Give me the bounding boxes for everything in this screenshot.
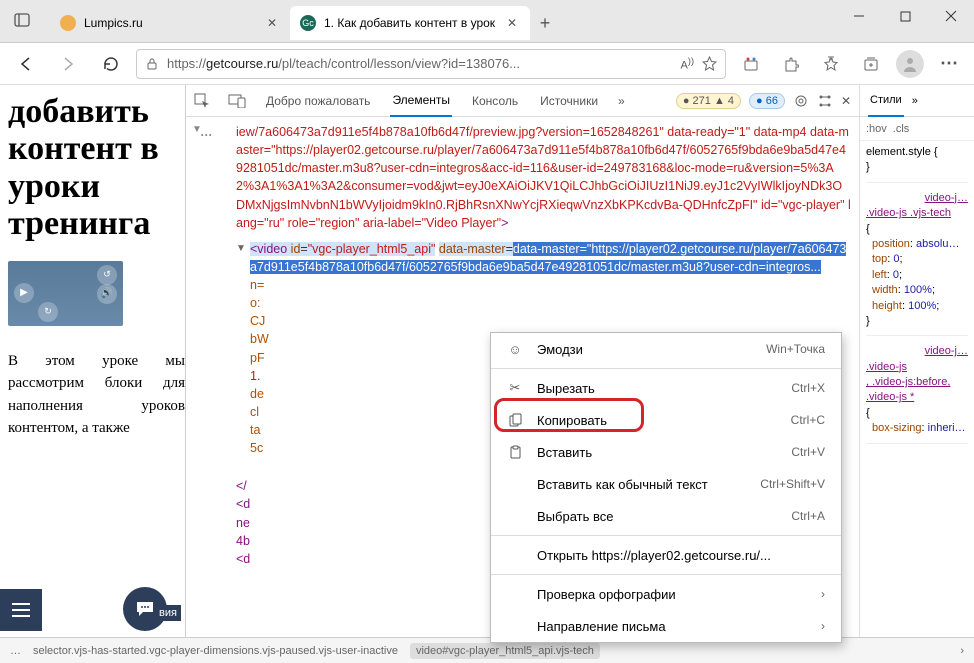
ctx-spellcheck[interactable]: Проверка орфографии› bbox=[491, 578, 841, 610]
ctx-direction[interactable]: Направление письма› bbox=[491, 610, 841, 642]
extensions-icon[interactable] bbox=[776, 49, 806, 79]
collections-icon[interactable] bbox=[856, 49, 886, 79]
css-selector: .video-js .vjs-tech bbox=[866, 206, 968, 221]
ctx-emoji[interactable]: ☺ЭмодзиWin+Точка bbox=[491, 333, 841, 365]
page-title: добавить контент в уроки тренинга bbox=[8, 93, 185, 243]
volume-icon[interactable]: 🔊 bbox=[97, 284, 117, 304]
lock-icon bbox=[145, 57, 159, 71]
styles-body[interactable]: element.style { } video-j… .video-js .vj… bbox=[860, 141, 974, 637]
dock-icon[interactable] bbox=[817, 93, 833, 109]
tab-elements[interactable]: Элементы bbox=[390, 85, 452, 117]
close-icon[interactable]: ✕ bbox=[264, 16, 280, 30]
more-tabs-icon[interactable]: » bbox=[618, 94, 625, 108]
minimize-button[interactable] bbox=[836, 0, 882, 32]
settings-icon[interactable] bbox=[793, 93, 809, 109]
back-button[interactable] bbox=[10, 48, 42, 80]
emoji-icon: ☺ bbox=[507, 342, 523, 357]
address-bar: https://getcourse.ru/pl/teach/control/le… bbox=[0, 43, 974, 85]
close-window-button[interactable] bbox=[928, 0, 974, 32]
ctx-copy[interactable]: КопироватьCtrl+C bbox=[491, 404, 841, 436]
context-menu: ☺ЭмодзиWin+Точка ✂ВырезатьCtrl+X Копиров… bbox=[490, 332, 842, 643]
info-badge[interactable]: ● 66 bbox=[749, 93, 785, 109]
tab-title: Lumpics.ru bbox=[84, 16, 256, 30]
styles-panel: Стили » :hov .cls element.style { } vide… bbox=[859, 85, 974, 637]
ctx-paste[interactable]: ВставитьCtrl+V bbox=[491, 436, 841, 468]
tab-actions-icon[interactable] bbox=[12, 10, 32, 30]
tab-console[interactable]: Консоль bbox=[470, 85, 520, 117]
url-input[interactable]: https://getcourse.ru/pl/teach/control/le… bbox=[136, 49, 726, 79]
rewind-icon[interactable]: ↺ bbox=[97, 265, 117, 285]
tab-welcome[interactable]: Добро пожаловать bbox=[264, 85, 372, 117]
expand-caret-icon[interactable]: ▼ bbox=[236, 242, 246, 257]
close-devtools-icon[interactable]: ✕ bbox=[841, 94, 851, 108]
ctx-select-all[interactable]: Выбрать всеCtrl+A bbox=[491, 500, 841, 532]
ctx-cut[interactable]: ✂ВырезатьCtrl+X bbox=[491, 372, 841, 404]
ctx-open-url[interactable]: Открыть https://player02.getcourse.ru/..… bbox=[491, 539, 841, 571]
device-icon[interactable] bbox=[228, 94, 246, 108]
favicon-icon: Gc bbox=[300, 15, 316, 31]
close-icon[interactable]: ✕ bbox=[504, 16, 520, 30]
css-selector: .video-js, .video-js:before, .video-js * bbox=[866, 360, 968, 406]
new-tab-button[interactable]: + bbox=[530, 8, 560, 38]
cls-toggle[interactable]: .cls bbox=[893, 123, 910, 135]
refresh-button[interactable] bbox=[94, 48, 126, 80]
favorites-icon[interactable] bbox=[816, 49, 846, 79]
favorite-icon[interactable] bbox=[702, 56, 717, 71]
cut-icon: ✂ bbox=[507, 380, 523, 396]
css-source-link[interactable]: video-j… bbox=[925, 192, 968, 204]
maximize-button[interactable] bbox=[882, 0, 928, 32]
more-styles-tabs-icon[interactable]: » bbox=[912, 95, 918, 107]
styles-tabs: Стили » bbox=[860, 85, 974, 117]
favicon-icon bbox=[60, 15, 76, 31]
ellipsis-icon: … bbox=[200, 123, 215, 141]
breadcrumb-item[interactable]: selector.vjs-has-started.vgc-player-dime… bbox=[27, 643, 404, 659]
tab-title: 1. Как добавить контент в урок bbox=[324, 16, 496, 30]
page-body-text: В этом уроке мы рассмотрим блоки для нап… bbox=[8, 350, 185, 440]
styles-filter: :hov .cls bbox=[860, 117, 974, 141]
inspect-icon[interactable] bbox=[194, 93, 210, 109]
title-bar: Lumpics.ru ✕ Gc 1. Как добавить контент … bbox=[0, 0, 974, 43]
browser-tab-1[interactable]: Lumpics.ru ✕ bbox=[50, 6, 290, 40]
video-thumbnail[interactable]: ▶ ↺ 🔊 ↻ bbox=[8, 261, 123, 326]
url-text: https://getcourse.ru/pl/teach/control/le… bbox=[167, 56, 673, 71]
hov-toggle[interactable]: :hov bbox=[866, 123, 887, 135]
chevron-right-icon: › bbox=[821, 587, 825, 601]
ctx-paste-plain[interactable]: Вставить как обычный текстCtrl+Shift+V bbox=[491, 468, 841, 500]
reader-icon[interactable]: A)) bbox=[681, 56, 694, 72]
breadcrumb-item[interactable]: video#vgc-player_html5_api.vjs-tech bbox=[410, 643, 600, 659]
fab-label: вия bbox=[155, 605, 181, 621]
tab-strip: Lumpics.ru ✕ Gc 1. Как добавить контент … bbox=[0, 0, 836, 40]
tab-styles[interactable]: Стили bbox=[868, 85, 904, 117]
profile-avatar[interactable] bbox=[896, 50, 924, 78]
extension-icon[interactable] bbox=[736, 49, 766, 79]
paste-icon bbox=[507, 445, 523, 459]
window-controls bbox=[836, 0, 974, 32]
browser-tab-2[interactable]: Gc 1. Как добавить контент в урок ✕ bbox=[290, 6, 530, 40]
tab-sources[interactable]: Источники bbox=[538, 85, 600, 117]
copy-icon bbox=[507, 413, 523, 427]
warnings-badge[interactable]: ● 271 ▲ 4 bbox=[676, 93, 741, 109]
menu-hamburger-button[interactable] bbox=[0, 589, 42, 631]
css-rule: element.style { bbox=[866, 145, 968, 160]
devtools-tabs: Добро пожаловать Элементы Консоль Источн… bbox=[186, 85, 859, 117]
css-source-link[interactable]: video-j… bbox=[925, 345, 968, 357]
code-text: iew/7a606473a7d911e5f4b878a10fb6d47f/pre… bbox=[236, 125, 851, 230]
chevron-right-icon: › bbox=[821, 619, 825, 633]
webpage-panel: добавить контент в уроки тренинга ▶ ↺ 🔊 … bbox=[0, 85, 185, 637]
play-icon[interactable]: ▶ bbox=[14, 283, 34, 303]
forward-button[interactable] bbox=[52, 48, 84, 80]
forward-icon[interactable]: ↻ bbox=[38, 302, 58, 322]
menu-button[interactable]: ⋯ bbox=[934, 49, 964, 79]
